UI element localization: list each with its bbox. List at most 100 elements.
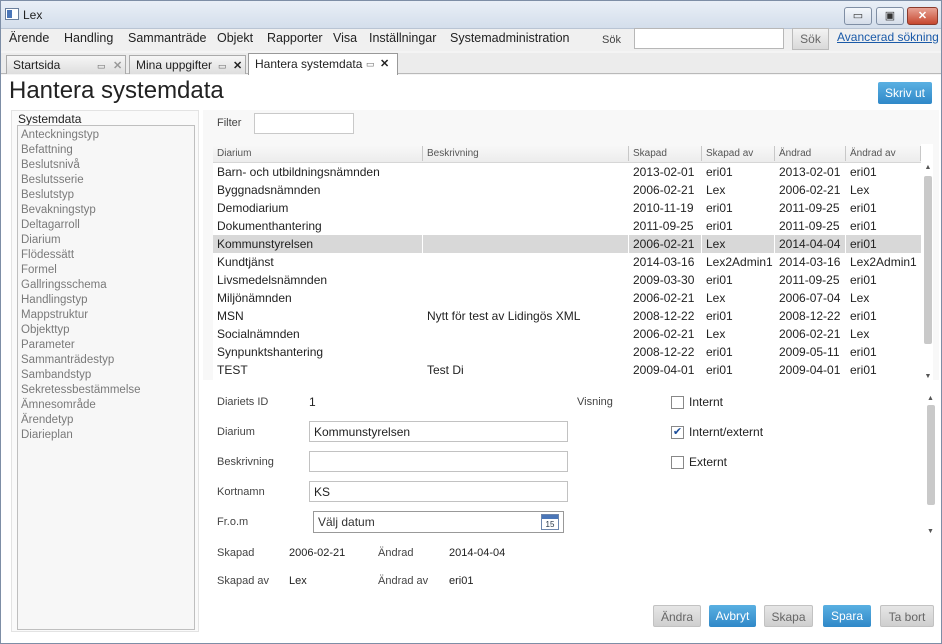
maximize-button[interactable]: ▣ bbox=[876, 7, 904, 25]
close-tab-icon[interactable]: ✕ bbox=[113, 59, 122, 72]
systemdata-item[interactable]: Sambandstyp bbox=[18, 368, 194, 383]
menu-installningar[interactable]: Inställningar bbox=[369, 31, 436, 45]
externt-checkbox[interactable] bbox=[671, 456, 684, 469]
table-row[interactable]: MSN Nytt för test av Lidingös XML 2008-12-… bbox=[213, 307, 921, 325]
systemdata-item[interactable]: Beslutstyp bbox=[18, 188, 194, 203]
avbryt-button[interactable]: Avbryt bbox=[709, 605, 756, 627]
systemdata-item[interactable]: Bevakningstyp bbox=[18, 203, 194, 218]
column-header[interactable]: Beskrivning bbox=[427, 148, 479, 159]
tab-startsida[interactable]: Startsida ▭ ✕ bbox=[6, 55, 126, 74]
table-row[interactable]: Barn- och utbildningsnämnden 2013-02-01 er… bbox=[213, 163, 921, 181]
table-row[interactable]: Miljönämnden 2006-02-21 Lex 2006-07-04 Lex bbox=[213, 289, 921, 307]
detach-icon[interactable]: ▭ bbox=[218, 61, 227, 72]
from-date-picker[interactable]: Välj datum 15 bbox=[313, 511, 564, 533]
systemdata-item[interactable]: Befattning bbox=[18, 143, 194, 158]
systemdata-item[interactable]: Sekretessbestämmelse bbox=[18, 383, 194, 398]
table-cell: Kommunstyrelsen bbox=[217, 237, 314, 251]
systemdata-list[interactable]: Anteckningstyp Befattning Beslutsnivå Beslu… bbox=[17, 125, 195, 630]
skapa-button[interactable]: Skapa bbox=[764, 605, 813, 627]
systemdata-item[interactable]: Diarieplan bbox=[18, 428, 194, 443]
menu-objekt[interactable]: Objekt bbox=[217, 31, 253, 45]
column-header[interactable]: Ändrad bbox=[779, 148, 811, 159]
systemdata-item[interactable]: Ämnesområde bbox=[18, 398, 194, 413]
table-cell: 2009-04-01 bbox=[779, 363, 841, 377]
menu-visa[interactable]: Visa bbox=[333, 31, 357, 45]
scrollbar-thumb[interactable] bbox=[927, 405, 935, 505]
column-header[interactable]: Ändrad av bbox=[850, 148, 896, 159]
calendar-icon[interactable]: 15 bbox=[541, 514, 559, 530]
systemdata-heading: Systemdata bbox=[18, 112, 82, 126]
scroll-up-icon[interactable]: ▲ bbox=[927, 395, 934, 402]
detail-form: Diariets ID 1 Diarium Kommunstyrelsen Be… bbox=[203, 387, 939, 597]
column-divider[interactable] bbox=[845, 146, 846, 161]
column-header[interactable]: Skapad bbox=[633, 148, 667, 159]
table-row[interactable]: Kundtjänst 2014-03-16 Lex2Admin1 2014-03-16… bbox=[213, 253, 921, 271]
systemdata-panel: Systemdata Anteckningstyp Befattning Beslu… bbox=[11, 110, 199, 632]
detail-scrollbar[interactable]: ▲ ▼ bbox=[925, 395, 937, 535]
close-tab-icon[interactable]: ✕ bbox=[380, 57, 389, 70]
table-scrollbar[interactable]: ▲ ▼ bbox=[923, 164, 933, 380]
systemdata-item[interactable]: Beslutsserie bbox=[18, 173, 194, 188]
systemdata-item[interactable]: Flödessätt bbox=[18, 248, 194, 263]
systemdata-item[interactable]: Gallringsschema bbox=[18, 278, 194, 293]
systemdata-item[interactable]: Ärendetyp bbox=[18, 413, 194, 428]
table-row[interactable]: Byggnadsnämnden 2006-02-21 Lex 2006-02-21 Le… bbox=[213, 181, 921, 199]
diarium-input[interactable]: Kommunstyrelsen bbox=[309, 421, 568, 442]
scroll-down-icon[interactable]: ▼ bbox=[923, 373, 933, 380]
search-button[interactable]: Sök bbox=[792, 28, 829, 50]
tab-mina-uppgifter[interactable]: Mina uppgifter ▭ ✕ bbox=[129, 55, 246, 74]
table-cell: 2013-02-01 bbox=[779, 165, 841, 179]
table-cell: Dokumenthantering bbox=[217, 219, 322, 233]
systemdata-item[interactable]: Formel bbox=[18, 263, 194, 278]
print-button[interactable]: Skriv ut bbox=[878, 82, 932, 104]
spara-button[interactable]: Spara bbox=[823, 605, 871, 627]
column-divider[interactable] bbox=[701, 146, 702, 161]
andra-button[interactable]: Ändra bbox=[653, 605, 701, 627]
systemdata-item[interactable]: Anteckningstyp bbox=[18, 128, 194, 143]
table-row[interactable]: TEST Test Di 2009-04-01 eri01 2009-04-01 eri0… bbox=[213, 361, 921, 379]
column-divider[interactable] bbox=[774, 146, 775, 161]
scroll-up-icon[interactable]: ▲ bbox=[923, 164, 933, 171]
menu-sammantrade[interactable]: Sammanträde bbox=[128, 31, 207, 45]
close-window-button[interactable]: ✕ bbox=[907, 7, 938, 25]
column-header[interactable]: Skapad av bbox=[706, 148, 753, 159]
menu-systemadministration[interactable]: Systemadministration bbox=[450, 31, 570, 45]
systemdata-item[interactable]: Mappstruktur bbox=[18, 308, 194, 323]
search-input[interactable] bbox=[634, 28, 784, 49]
systemdata-item[interactable]: Deltagarroll bbox=[18, 218, 194, 233]
systemdata-item[interactable]: Diarium bbox=[18, 233, 194, 248]
scroll-down-icon[interactable]: ▼ bbox=[927, 528, 934, 535]
scrollbar-thumb[interactable] bbox=[924, 176, 932, 344]
filter-input[interactable] bbox=[254, 113, 354, 134]
table-row[interactable]: Synpunktshantering 2008-12-22 eri01 2009-05… bbox=[213, 343, 921, 361]
column-divider[interactable] bbox=[628, 146, 629, 161]
column-divider[interactable] bbox=[422, 146, 423, 161]
systemdata-item[interactable]: Parameter bbox=[18, 338, 194, 353]
table-row[interactable]: Demodiarium 2010-11-19 eri01 2011-09-25 eri0… bbox=[213, 199, 921, 217]
menu-rapporter[interactable]: Rapporter bbox=[267, 31, 323, 45]
beskrivning-input[interactable] bbox=[309, 451, 568, 472]
detach-icon[interactable]: ▭ bbox=[366, 59, 375, 70]
systemdata-item[interactable]: Beslutsnivå bbox=[18, 158, 194, 173]
systemdata-item[interactable]: Handlingstyp bbox=[18, 293, 194, 308]
systemdata-item[interactable]: Sammanträdestyp bbox=[18, 353, 194, 368]
menu-handling[interactable]: Handling bbox=[64, 31, 113, 45]
systemdata-item[interactable]: Objekttyp bbox=[18, 323, 194, 338]
advanced-search-link[interactable]: Avancerad sökning bbox=[837, 30, 939, 44]
internt-externt-checkbox[interactable]: ✔ bbox=[671, 426, 684, 439]
menu-arende[interactable]: Ärende bbox=[9, 31, 49, 45]
column-header[interactable]: Diarium bbox=[217, 148, 251, 159]
table-row[interactable]: Kommunstyrelsen 2006-02-21 Lex 2014-04-04 er… bbox=[213, 235, 921, 253]
minimize-button[interactable]: ▭ bbox=[844, 7, 872, 25]
table-row[interactable]: Livsmedelsnämnden 2009-03-30 eri01 2011-09-… bbox=[213, 271, 921, 289]
detach-icon[interactable]: ▭ bbox=[97, 61, 106, 72]
tab-hantera-systemdata[interactable]: Hantera systemdata ▭ ✕ bbox=[248, 53, 398, 75]
kortnamn-input[interactable]: KS bbox=[309, 481, 568, 502]
table-cell: Kundtjänst bbox=[217, 255, 274, 269]
close-tab-icon[interactable]: ✕ bbox=[233, 59, 242, 72]
table-row[interactable]: Socialnämnden 2006-02-21 Lex 2006-02-21 Lex bbox=[213, 325, 921, 343]
ta-bort-button[interactable]: Ta bort bbox=[880, 605, 934, 627]
internt-checkbox[interactable] bbox=[671, 396, 684, 409]
title-bar: Lex ▭ ▣ ✕ bbox=[1, 1, 941, 29]
table-row[interactable]: Dokumenthantering 2011-09-25 eri01 2011-09-… bbox=[213, 217, 921, 235]
